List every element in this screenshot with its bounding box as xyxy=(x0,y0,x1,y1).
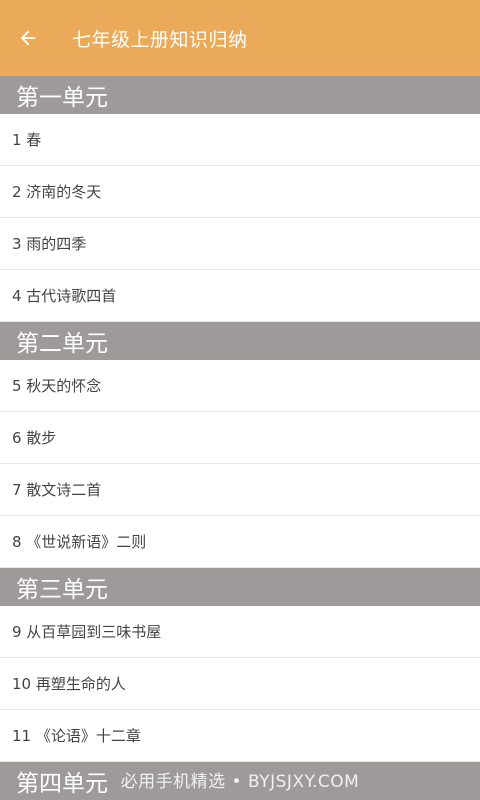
arrow-left-icon xyxy=(20,30,36,46)
list-item[interactable]: 1 春 xyxy=(0,114,480,166)
top-app-bar: 七年级上册知识归纳 xyxy=(0,0,480,76)
section-header-unit-2: 第二单元 xyxy=(0,322,480,360)
unit-list[interactable]: 第一单元 1 春 2 济南的冬天 3 雨的四季 4 古代诗歌四首 第二单元 5 … xyxy=(0,76,480,800)
list-item[interactable]: 8 《世说新语》二则 xyxy=(0,516,480,568)
list-item[interactable]: 9 从百草园到三味书屋 xyxy=(0,606,480,658)
app-screen: 七年级上册知识归纳 第一单元 1 春 2 济南的冬天 3 雨的四季 4 古代诗歌… xyxy=(0,0,480,800)
back-button[interactable] xyxy=(0,0,56,76)
section-header-unit-4: 第四单元 xyxy=(0,762,480,800)
list-item[interactable]: 4 古代诗歌四首 xyxy=(0,270,480,322)
list-item[interactable]: 7 散文诗二首 xyxy=(0,464,480,516)
list-item[interactable]: 10 再塑生命的人 xyxy=(0,658,480,710)
list-item[interactable]: 3 雨的四季 xyxy=(0,218,480,270)
section-header-unit-1: 第一单元 xyxy=(0,76,480,114)
list-item[interactable]: 6 散步 xyxy=(0,412,480,464)
list-item[interactable]: 2 济南的冬天 xyxy=(0,166,480,218)
list-item[interactable]: 11 《论语》十二章 xyxy=(0,710,480,762)
section-header-unit-3: 第三单元 xyxy=(0,568,480,606)
list-item[interactable]: 5 秋天的怀念 xyxy=(0,360,480,412)
page-title: 七年级上册知识归纳 xyxy=(72,28,248,51)
